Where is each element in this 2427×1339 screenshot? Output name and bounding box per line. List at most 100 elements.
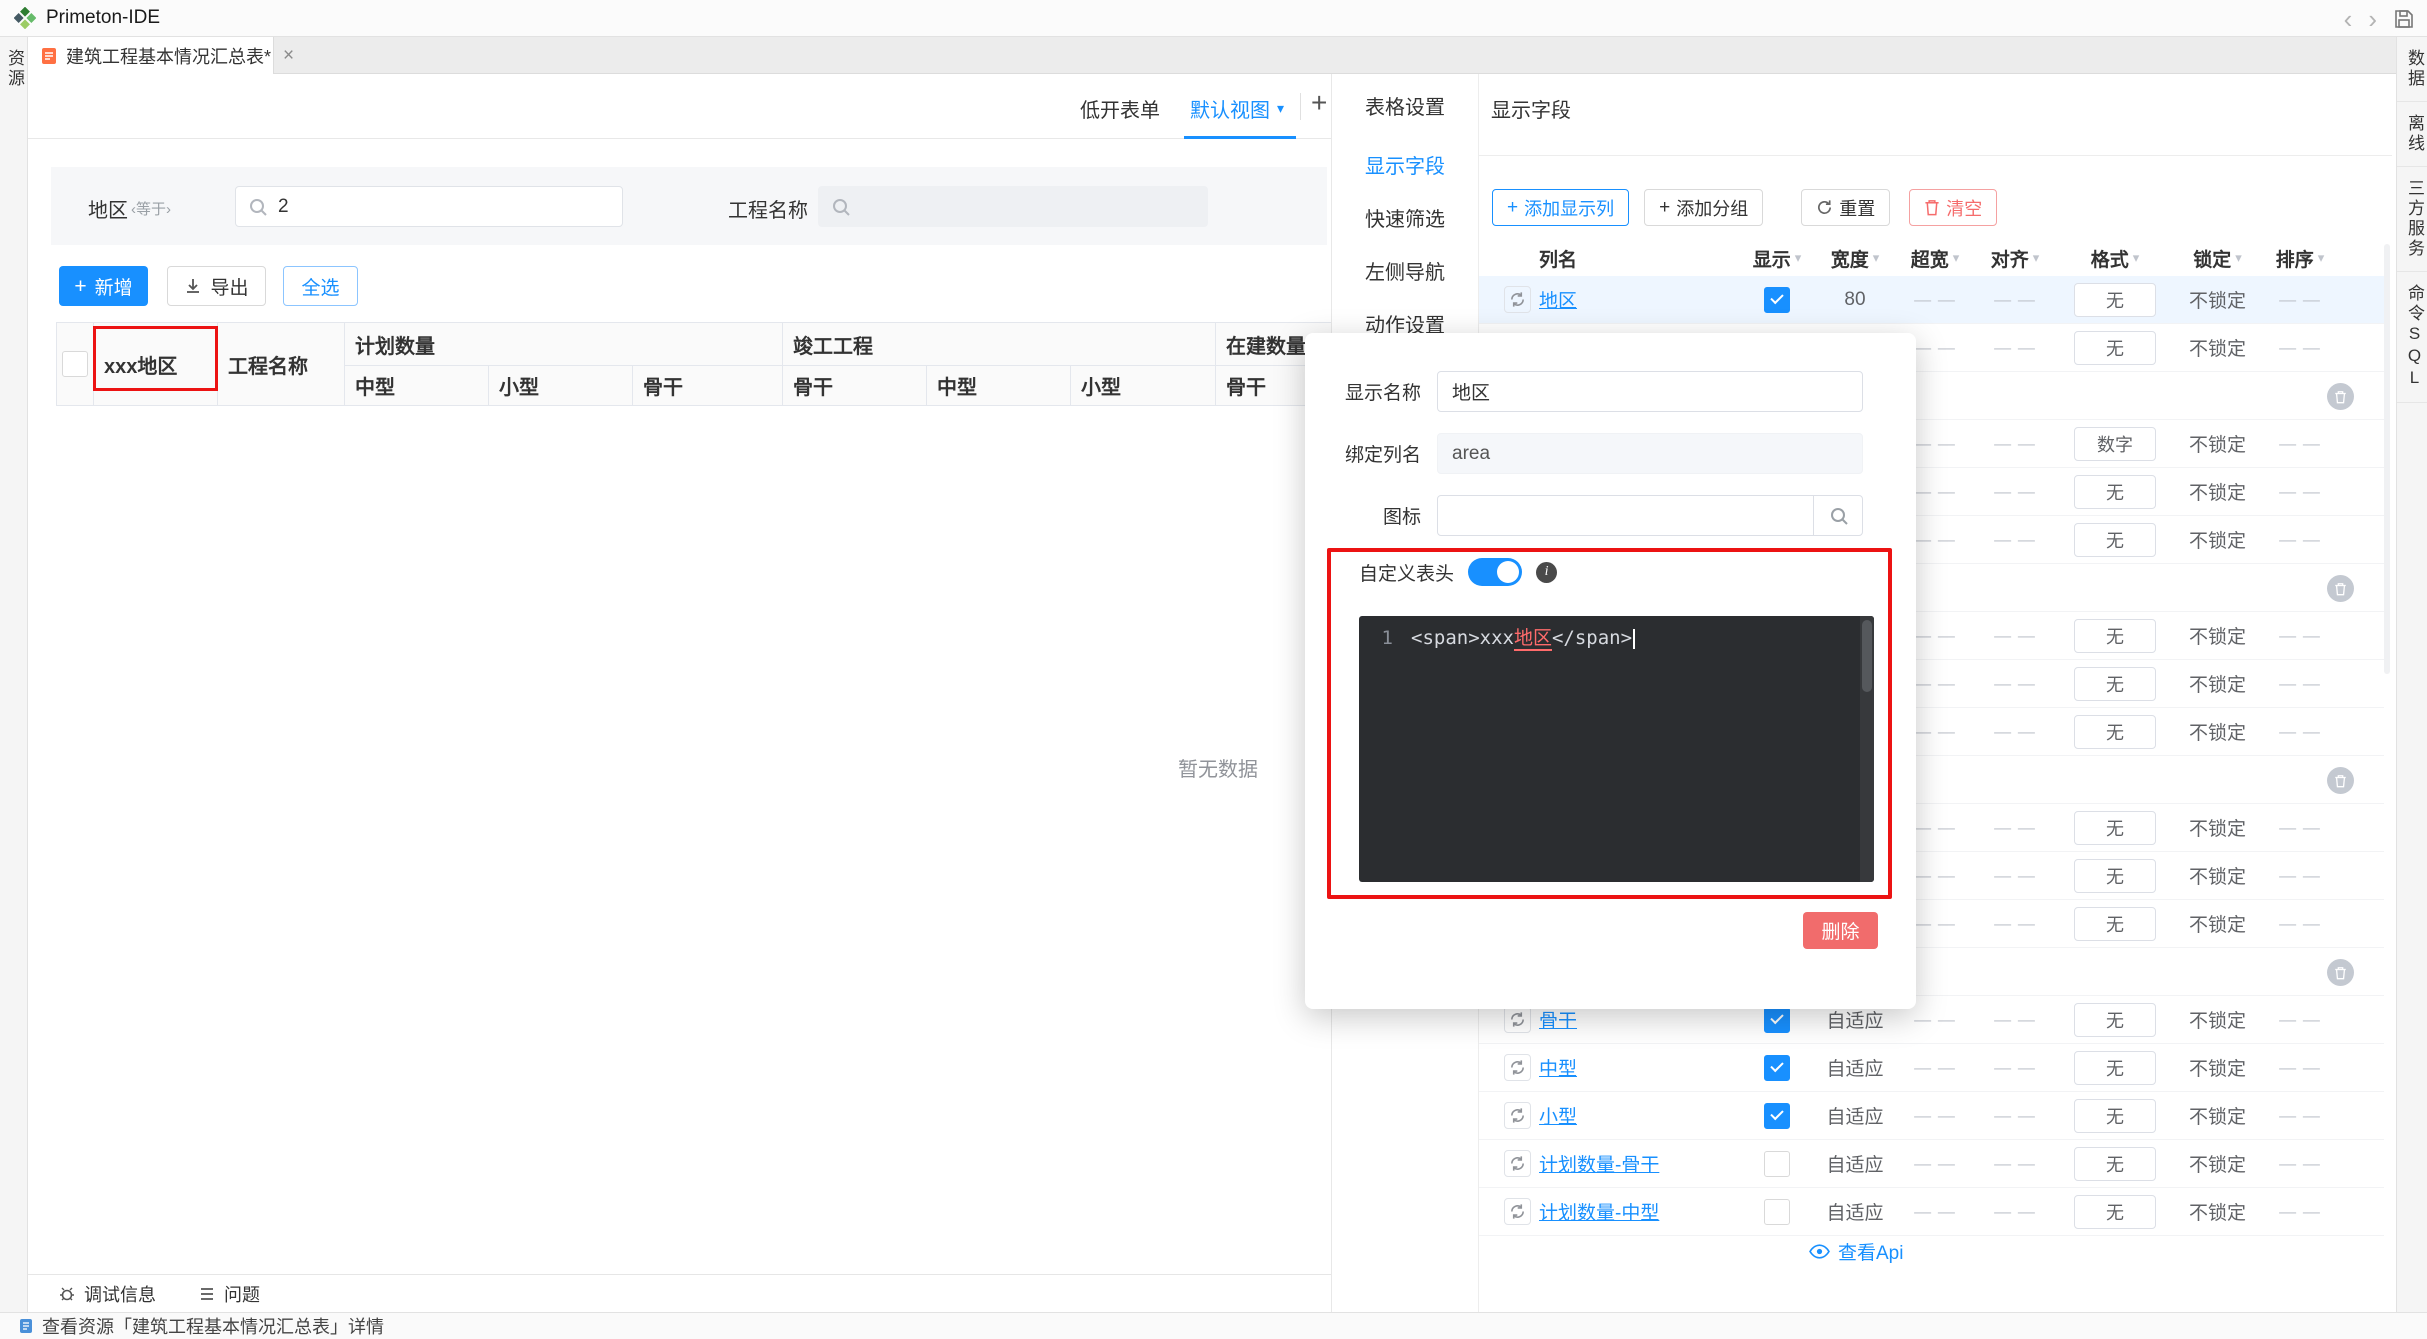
tab-close-icon[interactable]: × [283, 45, 294, 67]
width-value[interactable]: 自适应 [1815, 1102, 1895, 1129]
tab-report[interactable]: 建筑工程基本情况汇总表* × [28, 37, 294, 74]
nav-forward-icon[interactable]: › [2368, 6, 2377, 32]
sort-value[interactable]: — — [2260, 338, 2340, 358]
format-button[interactable]: 无 [2074, 618, 2156, 653]
reorder-handle-icon[interactable] [1503, 1150, 1531, 1177]
select-all-button[interactable]: 全选 [283, 266, 358, 306]
sort-value[interactable]: — — [2260, 818, 2340, 838]
format-button[interactable]: 无 [2074, 1098, 2156, 1133]
overwide-value[interactable]: — — [1895, 1202, 1975, 1222]
format-button[interactable]: 无 [2074, 330, 2156, 365]
sort-value[interactable]: — — [2260, 674, 2340, 694]
lock-value[interactable]: 不锁定 [2175, 526, 2260, 553]
reorder-handle-icon[interactable] [1503, 286, 1531, 313]
col-header-width[interactable]: 宽度 ▾ [1815, 245, 1895, 272]
align-value[interactable]: — — [1975, 866, 2055, 886]
reset-button[interactable]: 重置 [1801, 189, 1891, 226]
clear-button[interactable]: 清空 [1909, 189, 1998, 226]
sort-value[interactable]: — — [2260, 626, 2340, 646]
sidebar-item-resources[interactable]: 资源 [0, 37, 27, 101]
align-value[interactable]: — — [1975, 722, 2055, 742]
nav-item-left-nav[interactable]: 左侧导航 [1332, 247, 1478, 300]
sort-value[interactable]: — — [2260, 1058, 2340, 1078]
settings-field-row[interactable]: 计划数量-中型 自适应 — — — — 无 不锁定 — — [1479, 1188, 2384, 1236]
sidebar-item-sql[interactable]: 命令SQL [2397, 272, 2427, 403]
subcolumn-header[interactable]: 小型 [1071, 366, 1216, 406]
problems-tab[interactable]: 问题 [198, 1281, 260, 1307]
group-delete-button[interactable] [2327, 767, 2354, 794]
reorder-handle-icon[interactable] [1503, 1006, 1531, 1033]
subcolumn-header[interactable]: 骨干 [633, 366, 783, 406]
align-value[interactable]: — — [1975, 1106, 2055, 1126]
lock-value[interactable]: 不锁定 [2175, 286, 2260, 313]
view-dropdown[interactable]: 默认视图 ▾ [1190, 94, 1284, 123]
format-button[interactable]: 无 [2074, 522, 2156, 557]
display-checkbox[interactable] [1764, 286, 1790, 313]
width-value[interactable]: 自适应 [1815, 1054, 1895, 1081]
align-value[interactable]: — — [1975, 626, 2055, 646]
reorder-handle-icon[interactable] [1503, 1102, 1531, 1129]
align-value[interactable]: — — [1975, 482, 2055, 502]
align-value[interactable]: — — [1975, 434, 2055, 454]
display-name-input[interactable] [1437, 371, 1863, 412]
settings-field-row[interactable]: 地区 80 — — — — 无 不锁定 — — [1479, 276, 2384, 324]
icon-input[interactable] [1437, 495, 1863, 536]
column-name-link[interactable]: 计划数量-骨干 [1539, 1155, 1659, 1176]
align-value[interactable]: — — [1975, 1202, 2055, 1222]
area-search-input[interactable] [278, 195, 610, 218]
project-search-field[interactable] [818, 186, 1208, 227]
group-header-completed[interactable]: 竣工工程 [783, 323, 1216, 366]
col-header-align[interactable]: 对齐 ▾ [1975, 245, 2055, 272]
overwide-value[interactable]: — — [1895, 1154, 1975, 1174]
sidebar-item-thirdparty[interactable]: 三方服务 [2397, 167, 2427, 272]
sort-value[interactable]: — — [2260, 1202, 2340, 1222]
align-value[interactable]: — — [1975, 530, 2055, 550]
align-value[interactable]: — — [1975, 1154, 2055, 1174]
subcolumn-header[interactable]: 骨干 [783, 366, 927, 406]
export-button[interactable]: 导出 [167, 266, 266, 306]
format-button[interactable]: 无 [2074, 858, 2156, 893]
format-button[interactable]: 无 [2074, 666, 2156, 701]
format-button[interactable]: 无 [2074, 1050, 2156, 1085]
format-button[interactable]: 无 [2074, 1194, 2156, 1229]
select-all-checkbox[interactable] [57, 323, 94, 406]
col-header-display[interactable]: 显示 ▾ [1739, 245, 1815, 272]
column-header-project[interactable]: 工程名称 [218, 323, 345, 406]
view-api-link[interactable]: 查看Api [1809, 1238, 1903, 1265]
lock-value[interactable]: 不锁定 [2175, 430, 2260, 457]
align-value[interactable]: — — [1975, 914, 2055, 934]
column-name-link[interactable]: 骨干 [1539, 1011, 1577, 1032]
width-value[interactable]: 自适应 [1815, 1150, 1895, 1177]
overwide-value[interactable]: — — [1895, 1010, 1975, 1030]
debug-info-tab[interactable]: 调试信息 [58, 1281, 156, 1307]
sidebar-item-data[interactable]: 数据 [2397, 37, 2427, 102]
format-button[interactable]: 无 [2074, 1146, 2156, 1181]
display-checkbox[interactable] [1764, 1198, 1790, 1225]
width-value[interactable]: 自适应 [1815, 1006, 1895, 1033]
format-button[interactable]: 无 [2074, 282, 2156, 317]
width-value[interactable]: 80 [1815, 289, 1895, 311]
sort-value[interactable]: — — [2260, 1154, 2340, 1174]
save-icon[interactable] [2393, 8, 2415, 30]
lock-value[interactable]: 不锁定 [2175, 670, 2260, 697]
group-header-planned[interactable]: 计划数量 [345, 323, 783, 366]
column-name-link[interactable]: 小型 [1539, 1107, 1577, 1128]
format-button[interactable]: 无 [2074, 810, 2156, 845]
icon-search-button[interactable] [1813, 495, 1863, 536]
area-search-field[interactable] [235, 186, 623, 227]
format-button[interactable]: 无 [2074, 474, 2156, 509]
display-checkbox[interactable] [1764, 1102, 1790, 1129]
lock-value[interactable]: 不锁定 [2175, 814, 2260, 841]
col-header-format[interactable]: 格式 ▾ [2055, 245, 2175, 272]
subcolumn-header[interactable]: 小型 [489, 366, 633, 406]
nav-item-display-fields[interactable]: 显示字段 [1332, 141, 1478, 194]
sort-value[interactable]: — — [2260, 434, 2340, 454]
lock-value[interactable]: 不锁定 [2175, 862, 2260, 889]
reorder-handle-icon[interactable] [1503, 1054, 1531, 1081]
sort-value[interactable]: — — [2260, 1106, 2340, 1126]
align-value[interactable]: — — [1975, 1058, 2055, 1078]
format-button[interactable]: 无 [2074, 906, 2156, 941]
group-delete-button[interactable] [2327, 575, 2354, 602]
column-name-link[interactable]: 地区 [1539, 291, 1577, 312]
lock-value[interactable]: 不锁定 [2175, 334, 2260, 361]
